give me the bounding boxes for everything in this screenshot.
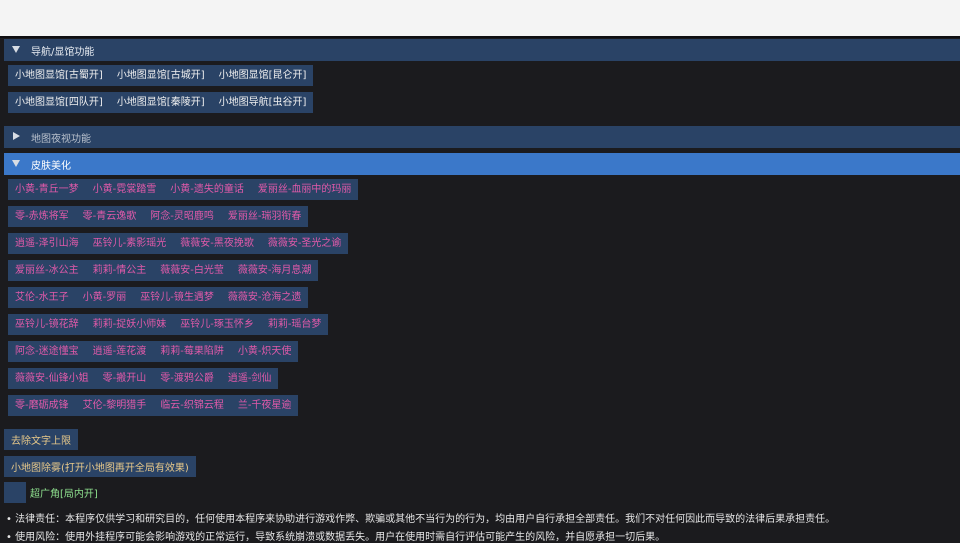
- skin-button-row: 逍遥-泽引山海 巫铃儿-素影瑶光 薇薇安-黑夜挽歌 薇薇安-圣光之谕: [8, 233, 349, 254]
- skin-button[interactable]: 爱丽丝-冰公主: [8, 260, 86, 281]
- skin-button[interactable]: 小黄-炽天使: [231, 341, 299, 362]
- skin-button-row: 艾伦-水王子 小黄-罗丽 巫铃儿-镜生遇梦 薇薇安-沧海之遗: [8, 287, 309, 308]
- skin-button[interactable]: 莉莉-情公主: [86, 260, 154, 281]
- skin-button[interactable]: 零-搬开山: [96, 368, 154, 389]
- skin-button[interactable]: 爱丽丝-瑞羽衔春: [221, 206, 309, 227]
- notice-risk: • 使用风险：使用外挂程序可能会影响游戏的正常运行，导致系统崩溃或数据丢失。用户…: [6, 532, 666, 543]
- ultra-wide-label: 超广角[局内开]: [30, 489, 98, 500]
- skin-button-row: 薇薇安-仙锋小姐 零-搬开山 零-渡鸦公爵 逍遥-剑仙: [8, 368, 279, 389]
- skin-button[interactable]: 莉莉-莓果陷阱: [153, 341, 231, 362]
- nav-button[interactable]: 小地图导航[虫谷开]: [212, 92, 314, 113]
- skin-button[interactable]: 爱丽丝-血丽中的玛丽: [251, 179, 359, 200]
- skin-button[interactable]: 薇薇安-仙锋小姐: [8, 368, 96, 389]
- skin-button[interactable]: 薇薇安-黑夜挽歌: [173, 233, 261, 254]
- skin-button[interactable]: 莉莉-捉妖小师妹: [86, 314, 174, 335]
- skin-button[interactable]: 艾伦-黎明猎手: [76, 395, 154, 416]
- nav-button-row-2: 小地图显馆[四队开] 小地图显馆[秦陵开] 小地图导航[虫谷开]: [8, 92, 314, 113]
- chevron-right-icon: [12, 132, 22, 142]
- skin-button[interactable]: 薇薇安-圣光之谕: [261, 233, 349, 254]
- skin-button[interactable]: 小黄-霓裳踏雪: [86, 179, 164, 200]
- top-divider: [0, 36, 960, 38]
- chevron-down-icon: [12, 45, 22, 55]
- skin-button[interactable]: 零-赤炼将军: [8, 206, 76, 227]
- nav-button[interactable]: 小地图显馆[昆仑开]: [212, 65, 314, 86]
- section-header-nav[interactable]: 导航/显馆功能: [4, 39, 960, 61]
- nav-button[interactable]: 小地图显馆[古蜀开]: [8, 65, 110, 86]
- section-header-night-vision[interactable]: 地图夜视功能: [4, 126, 960, 148]
- skin-button-row: 巫铃儿-镜花辞 莉莉-捉妖小师妹 巫铃儿-琢玉怀乡 莉莉-瑶台梦: [8, 314, 329, 335]
- skin-button[interactable]: 阿念-灵昭鹿鸣: [143, 206, 221, 227]
- nav-button[interactable]: 小地图显馆[古城开]: [110, 65, 212, 86]
- skin-button-row: 爱丽丝-冰公主 莉莉-情公主 薇薇安-白光莹 薇薇安-海月息潮: [8, 260, 319, 281]
- skin-button[interactable]: 零-渡鸦公爵: [153, 368, 221, 389]
- skin-button[interactable]: 小黄-遗失的童话: [163, 179, 251, 200]
- ultra-wide-checkbox[interactable]: [4, 482, 26, 503]
- notice-legal: • 法律责任：本程序仅供学习和研究目的，任何使用本程序来协助进行游戏作弊、欺骗或…: [6, 514, 836, 525]
- skin-button[interactable]: 巫铃儿-镜花辞: [8, 314, 86, 335]
- chevron-down-icon: [12, 159, 22, 169]
- skin-button[interactable]: 逍遥-泽引山海: [8, 233, 86, 254]
- skin-button[interactable]: 临云-织锦云程: [153, 395, 231, 416]
- skin-button[interactable]: 兰-千夜星逾: [231, 395, 299, 416]
- skin-button[interactable]: 薇薇安-白光莹: [153, 260, 231, 281]
- skin-button[interactable]: 逍遥-剑仙: [221, 368, 279, 389]
- minimap-defog-button[interactable]: 小地图除雾(打开小地图再开全局有效果): [4, 456, 196, 477]
- nav-button-row-1: 小地图显馆[古蜀开] 小地图显馆[古城开] 小地图显馆[昆仑开]: [8, 65, 314, 86]
- skin-button[interactable]: 零-磨砺成锋: [8, 395, 76, 416]
- skin-button[interactable]: 小黄-青丘一梦: [8, 179, 86, 200]
- skin-button-row: 零-赤炼将军 零-青云逸歌 阿念-灵昭鹿鸣 爱丽丝-瑞羽衔春: [8, 206, 309, 227]
- skin-button[interactable]: 逍遥-莲花渡: [86, 341, 154, 362]
- window-top-bar: [0, 0, 960, 36]
- skin-button[interactable]: 阿念-迷途懂宝: [8, 341, 86, 362]
- nav-button[interactable]: 小地图显馆[四队开]: [8, 92, 110, 113]
- skin-button-row: 阿念-迷途懂宝 逍遥-莲花渡 莉莉-莓果陷阱 小黄-炽天使: [8, 341, 299, 362]
- skin-button[interactable]: 巫铃儿-琢玉怀乡: [173, 314, 261, 335]
- skin-button[interactable]: 小黄-罗丽: [76, 287, 134, 308]
- skin-button[interactable]: 巫铃儿-镜生遇梦: [133, 287, 221, 308]
- section-header-skin[interactable]: 皮肤美化: [4, 153, 960, 175]
- skin-button[interactable]: 薇薇安-海月息潮: [231, 260, 319, 281]
- section-title-skin: 皮肤美化: [31, 160, 71, 172]
- skin-button-row: 小黄-青丘一梦 小黄-霓裳踏雪 小黄-遗失的童话 爱丽丝-血丽中的玛丽: [8, 179, 359, 200]
- ultra-wide-option: 超广角[局内开]: [4, 482, 98, 503]
- skin-button[interactable]: 零-青云逸歌: [76, 206, 144, 227]
- section-title-night-vision: 地图夜视功能: [31, 133, 91, 145]
- nav-button[interactable]: 小地图显馆[秦陵开]: [110, 92, 212, 113]
- section-title-nav: 导航/显馆功能: [31, 46, 95, 58]
- skin-button-row: 零-磨砺成锋 艾伦-黎明猎手 临云-织锦云程 兰-千夜星逾: [8, 395, 299, 416]
- skin-button[interactable]: 巫铃儿-素影瑶光: [86, 233, 174, 254]
- skin-button[interactable]: 薇薇安-沧海之遗: [221, 287, 309, 308]
- skin-button[interactable]: 艾伦-水王子: [8, 287, 76, 308]
- skin-button[interactable]: 莉莉-瑶台梦: [261, 314, 329, 335]
- remove-text-limit-button[interactable]: 去除文字上限: [4, 429, 78, 450]
